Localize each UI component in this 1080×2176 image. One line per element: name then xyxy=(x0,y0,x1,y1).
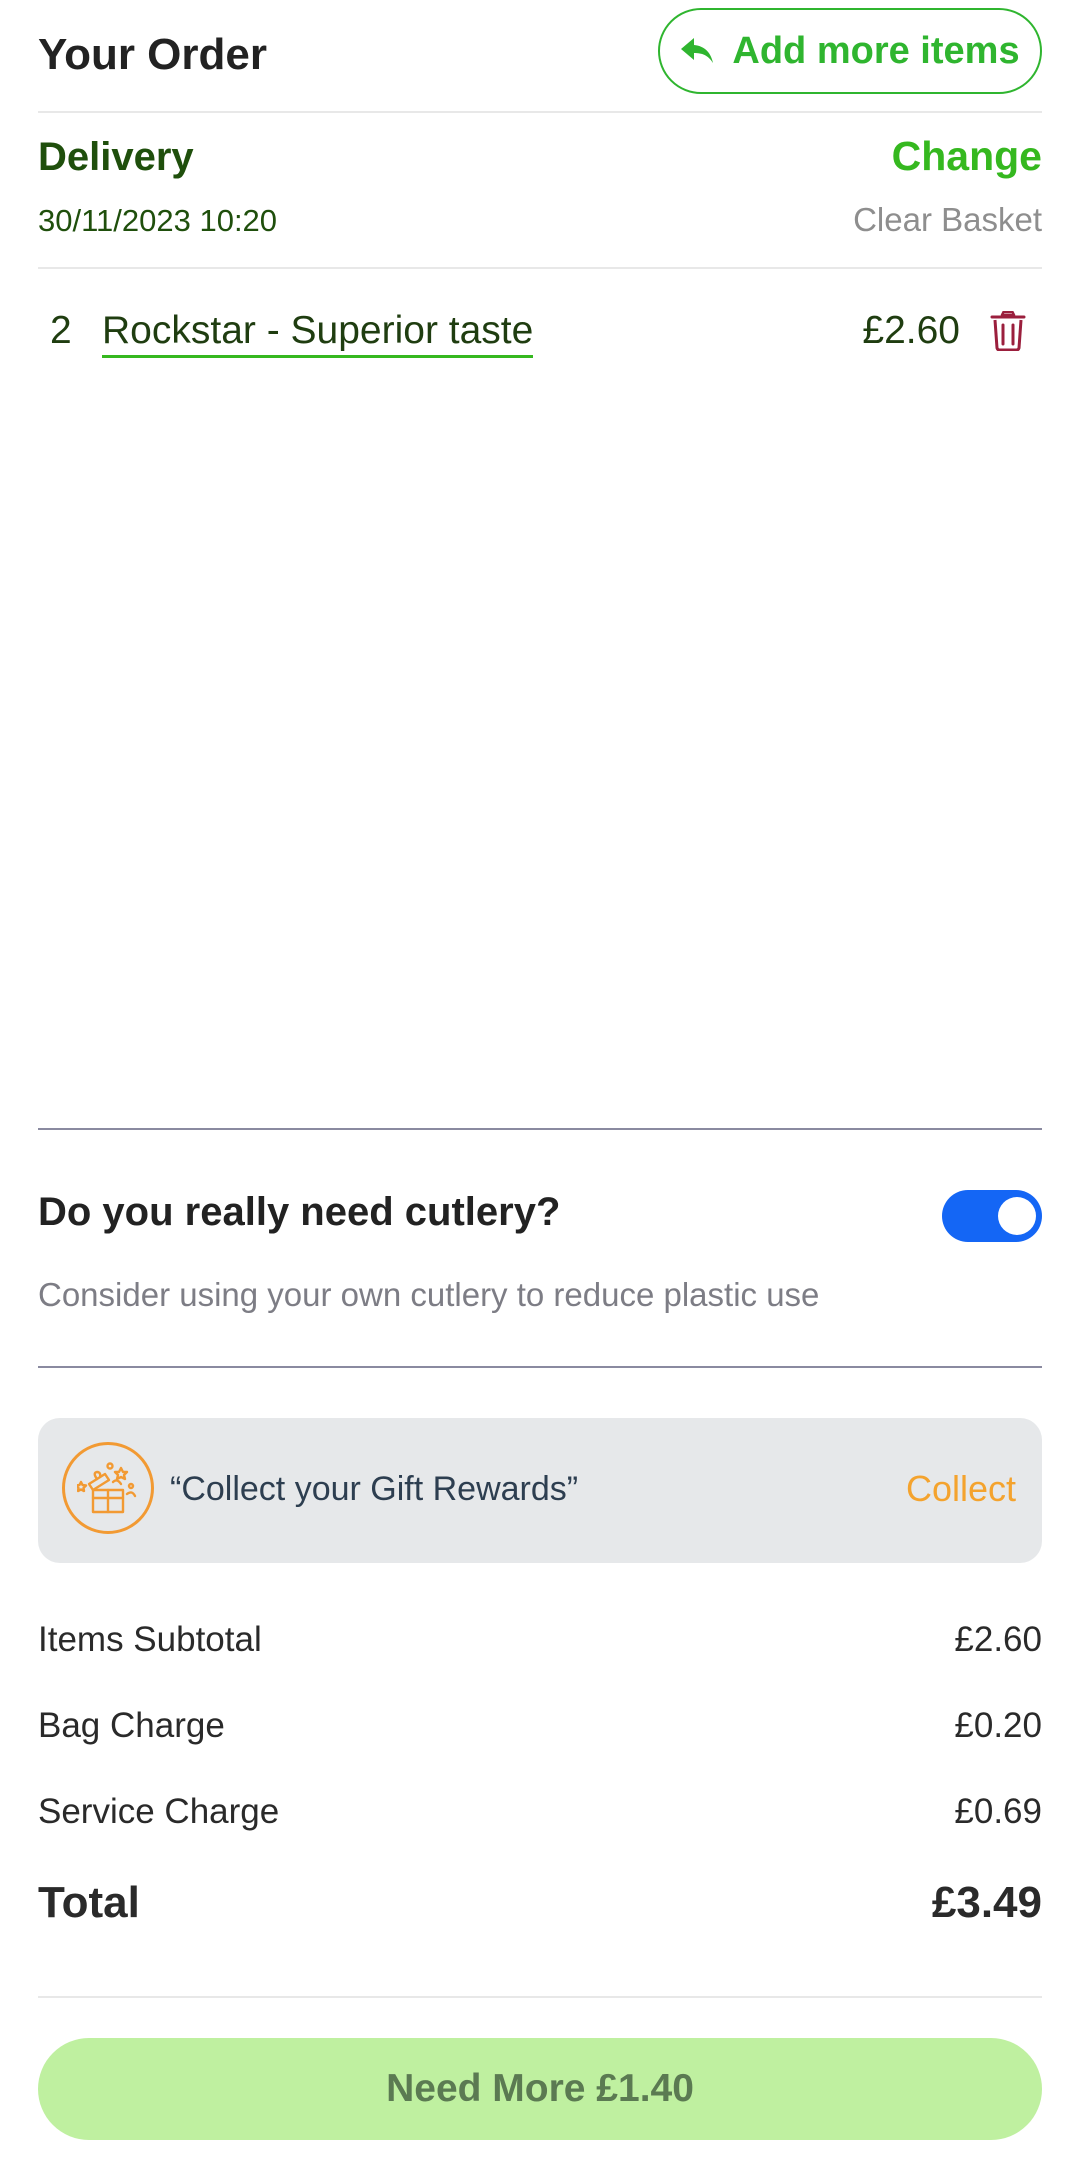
service-charge-label: Service Charge xyxy=(38,1792,280,1831)
bag-charge-value: £0.20 xyxy=(954,1706,1042,1745)
bag-charge-label: Bag Charge xyxy=(38,1706,225,1745)
add-more-items-label: Add more items xyxy=(732,29,1020,72)
delivery-section: Delivery Change 30/11/2023 10:20 Clear B… xyxy=(38,111,1042,269)
gift-rewards-banner[interactable]: “Collect your Gift Rewards” Collect xyxy=(38,1418,1042,1563)
delivery-datetime: 30/11/2023 10:20 xyxy=(38,203,278,238)
item-price: £2.60 xyxy=(862,309,960,352)
order-page: Your Order Add more items Delivery Chang… xyxy=(38,0,1042,2176)
divider xyxy=(38,1366,1042,1368)
gift-rewards-text: “Collect your Gift Rewards” xyxy=(170,1470,579,1508)
clear-basket-button[interactable]: Clear Basket xyxy=(853,201,1042,239)
divider xyxy=(38,1996,1042,1998)
collect-button[interactable]: Collect xyxy=(906,1468,1016,1510)
need-more-button[interactable]: Need More £1.40 xyxy=(38,2038,1042,2140)
gift-icon xyxy=(62,1442,154,1534)
divider xyxy=(38,1128,1042,1130)
total-label: Total xyxy=(38,1878,140,1927)
page-title: Your Order xyxy=(38,30,268,79)
trash-icon[interactable] xyxy=(990,310,1026,352)
item-name-link[interactable]: Rockstar - Superior taste xyxy=(102,309,534,358)
basket-item: 2 Rockstar - Superior taste £2.60 xyxy=(38,267,1042,367)
subtotal-value: £2.60 xyxy=(954,1620,1042,1659)
total-value: £3.49 xyxy=(931,1878,1042,1927)
cutlery-question: Do you really need cutlery? xyxy=(38,1190,561,1234)
item-quantity: 2 xyxy=(50,309,72,352)
reply-arrow-icon xyxy=(680,36,714,66)
cutlery-subtitle: Consider using your own cutlery to reduc… xyxy=(38,1276,820,1313)
change-button[interactable]: Change xyxy=(892,133,1042,180)
order-header: Your Order Add more items xyxy=(38,0,1042,113)
toggle-knob xyxy=(998,1197,1036,1235)
subtotal-label: Items Subtotal xyxy=(38,1620,262,1659)
cutlery-toggle[interactable] xyxy=(942,1190,1042,1242)
delivery-label: Delivery xyxy=(38,135,194,179)
service-charge-value: £0.69 xyxy=(954,1792,1042,1831)
add-more-items-button[interactable]: Add more items xyxy=(658,8,1042,94)
